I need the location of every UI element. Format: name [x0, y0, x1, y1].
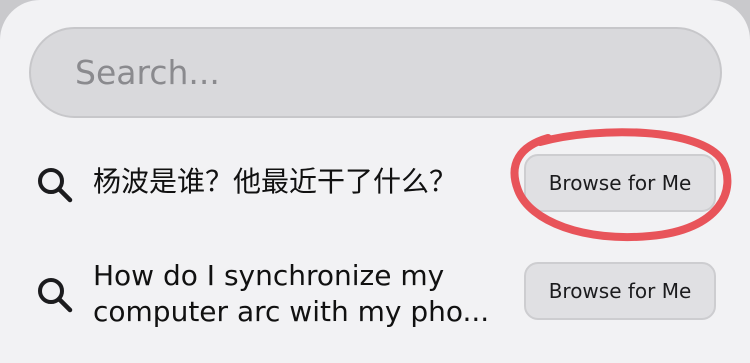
search-input[interactable]	[75, 29, 675, 116]
suggestion-query: How do I synchronize my computer arc wit…	[93, 259, 490, 328]
search-icon	[38, 168, 73, 203]
browse-for-me-button[interactable]: Browse for Me	[524, 262, 716, 320]
search-bar[interactable]	[29, 27, 722, 118]
suggestion-row[interactable]: 杨波是谁？他最近干了什么？ Browse for Me	[0, 136, 750, 236]
browse-for-me-button[interactable]: Browse for Me	[524, 154, 716, 212]
search-icon	[38, 278, 73, 313]
search-panel: 杨波是谁？他最近干了什么？ Browse for Me How do I syn…	[0, 0, 750, 363]
suggestion-query: 杨波是谁？他最近干了什么？	[93, 165, 458, 198]
suggestion-row[interactable]: How do I synchronize my computer arc wit…	[0, 246, 750, 346]
